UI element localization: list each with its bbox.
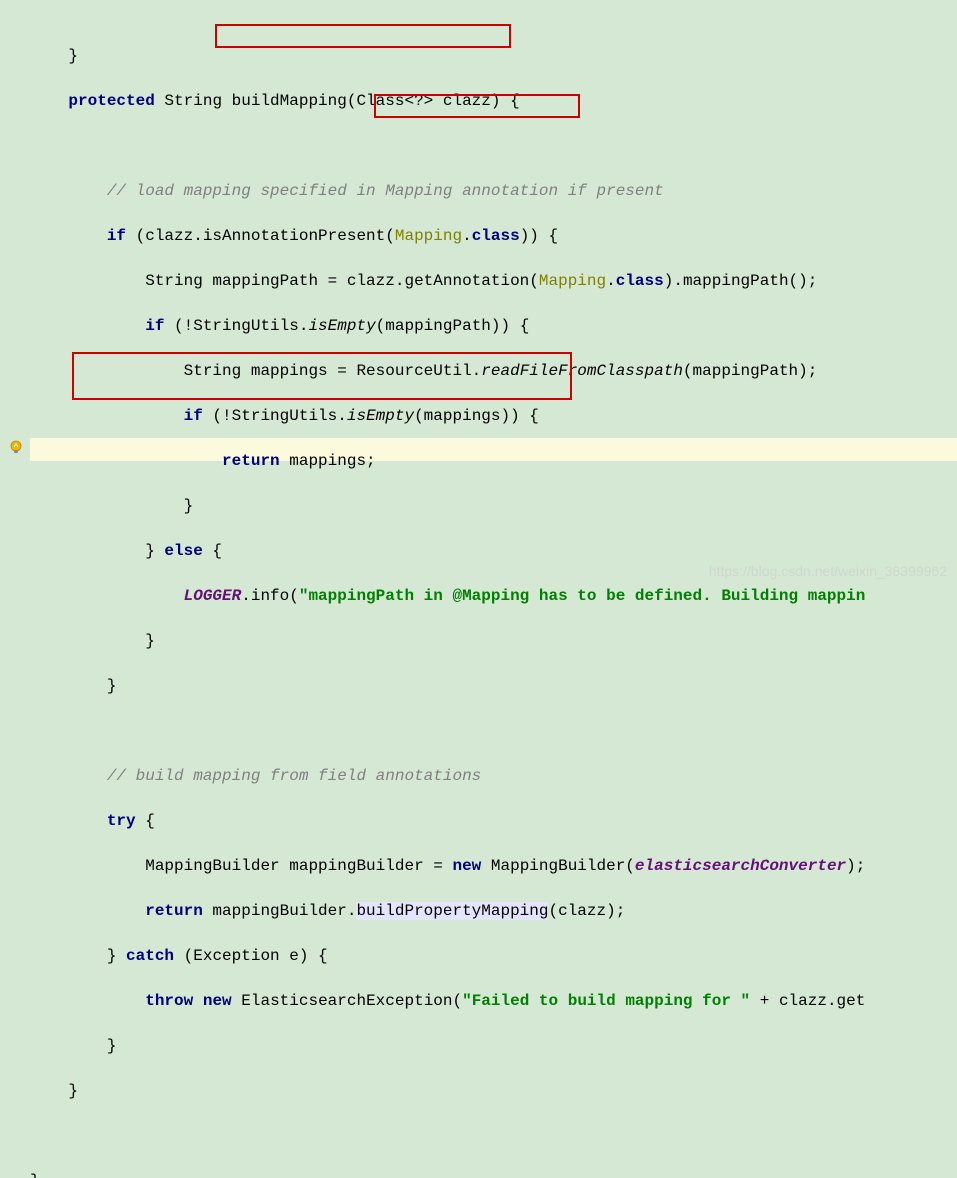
code-line: MappingBuilder mappingBuilder = new Mapp…: [30, 855, 957, 878]
editor-gutter: [0, 0, 30, 589]
code-line: }: [30, 495, 957, 518]
watermark-text: https://blog.csdn.net/weixin_38399962: [709, 563, 947, 579]
code-line: return mappingBuilder.buildPropertyMappi…: [30, 900, 957, 923]
code-line: [30, 135, 957, 158]
code-line: throw new ElasticsearchException("Failed…: [30, 990, 957, 1013]
code-line: protected String buildMapping(Class<?> c…: [30, 90, 957, 113]
code-line: [30, 1125, 957, 1148]
intention-bulb-icon[interactable]: [8, 440, 24, 456]
code-line: if (clazz.isAnnotationPresent(Mapping.cl…: [30, 225, 957, 248]
code-line: [30, 720, 957, 743]
code-line: }: [30, 630, 957, 653]
code-line: return mappings;: [30, 450, 957, 473]
code-line: // load mapping specified in Mapping ann…: [30, 180, 957, 203]
code-line: }: [30, 1080, 957, 1103]
code-line: if (!StringUtils.isEmpty(mappingPath)) {: [30, 315, 957, 338]
code-line: }: [30, 675, 957, 698]
code-line: }: [30, 45, 957, 68]
code-line: }: [30, 1035, 957, 1058]
code-line: try {: [30, 810, 957, 833]
code-line: String mappings = ResourceUtil.readFileF…: [30, 360, 957, 383]
code-line: LOGGER.info("mappingPath in @Mapping has…: [30, 585, 957, 608]
code-line: String mappingPath = clazz.getAnnotation…: [30, 270, 957, 293]
code-line: } catch (Exception e) {: [30, 945, 957, 968]
code-line: // build mapping from field annotations: [30, 765, 957, 788]
code-line: }: [30, 1170, 957, 1178]
code-line: } else {: [30, 540, 957, 563]
code-line: if (!StringUtils.isEmpty(mappings)) {: [30, 405, 957, 428]
code-editor[interactable]: } protected String buildMapping(Class<?>…: [30, 0, 957, 589]
